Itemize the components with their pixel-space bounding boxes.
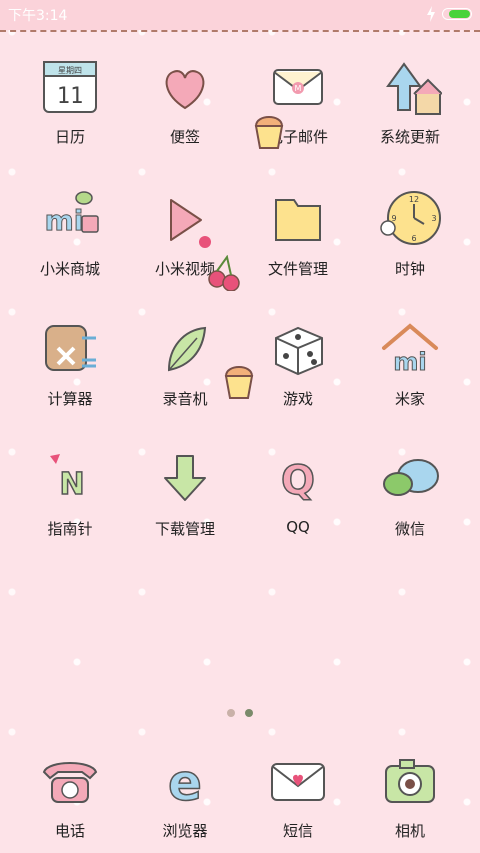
app-label: 电话 (54, 822, 85, 840)
app-label: 游戏 (282, 390, 313, 408)
status-time: 下午3:14 (8, 8, 68, 24)
svg-text:11: 11 (57, 84, 84, 109)
heart-notes-icon (165, 70, 205, 110)
app-label: 日历 (54, 128, 85, 146)
compass-icon: N (50, 454, 85, 503)
app-notes[interactable]: 便签 (125, 56, 245, 147)
app-label: 下载管理 (154, 520, 215, 538)
play-video-icon (170, 199, 211, 248)
status-bar: 下午3:14 (0, 0, 480, 30)
calendar-icon: 星期四 11 (43, 61, 97, 113)
app-mi-store[interactable]: mi 小米商城 (10, 188, 130, 279)
leaf-recorder-icon (167, 326, 207, 372)
app-label: 便签 (169, 128, 200, 146)
svg-text:mi: mi (393, 348, 426, 376)
svg-text:N: N (59, 467, 84, 502)
svg-text:Q: Q (281, 458, 315, 504)
svg-text:6: 6 (411, 234, 416, 243)
app-label: 指南针 (47, 520, 93, 538)
battery-level (449, 10, 470, 18)
app-clock[interactable]: 12 3 6 9 时钟 (350, 188, 470, 279)
charging-bolt-icon (427, 6, 435, 22)
qq-icon: Q (280, 457, 316, 505)
app-compass[interactable]: N 指南针 (10, 448, 130, 539)
app-label: 时钟 (394, 260, 425, 278)
camera-icon (385, 759, 435, 803)
dock-phone[interactable]: 电话 (10, 750, 130, 841)
app-label: QQ (286, 518, 310, 536)
app-label: 米家 (394, 390, 425, 408)
app-mi-home[interactable]: mi 米家 (350, 318, 470, 409)
app-calendar[interactable]: 星期四 11 日历 (10, 56, 130, 147)
status-divider (0, 30, 480, 32)
dock-messages[interactable]: 短信 (238, 750, 358, 841)
message-envelope-icon (271, 763, 325, 801)
svg-text:mi: mi (45, 204, 84, 237)
battery-icon (442, 8, 472, 20)
dice-icon (275, 326, 323, 376)
page-indicator (0, 702, 480, 721)
download-arrow-icon (164, 455, 206, 501)
app-label: 浏览器 (162, 822, 208, 840)
cupcake-sticker-icon (254, 116, 284, 149)
svg-text:3: 3 (431, 214, 436, 223)
svg-text:12: 12 (409, 195, 419, 204)
browser-e-icon: e (167, 753, 202, 813)
calculator-icon (45, 325, 96, 371)
app-label: 短信 (282, 822, 313, 840)
app-wechat[interactable]: 微信 (350, 448, 470, 539)
folder-icon (275, 199, 321, 241)
clock-icon: 12 3 6 9 (380, 191, 441, 245)
app-qq[interactable]: Q QQ (238, 448, 358, 536)
page-dot-active[interactable] (245, 709, 253, 717)
app-label: 微信 (394, 520, 425, 538)
app-label: 相机 (394, 822, 425, 840)
svg-text:e: e (168, 754, 202, 812)
app-label: 系统更新 (379, 128, 440, 146)
mi-home-icon: mi (382, 323, 438, 377)
app-label: 文件管理 (267, 260, 328, 278)
mi-store-icon: mi (44, 191, 99, 238)
svg-text:星期四: 星期四 (58, 66, 82, 75)
update-arrow-icon (386, 62, 442, 115)
page-dot[interactable] (227, 709, 235, 717)
app-game[interactable]: 游戏 (238, 318, 358, 409)
svg-text:M: M (295, 84, 302, 93)
dock-camera[interactable]: 相机 (350, 750, 470, 841)
app-calculator[interactable]: 计算器 (10, 318, 130, 409)
dock-browser[interactable]: e 浏览器 (125, 750, 245, 841)
app-label: 计算器 (47, 390, 93, 408)
app-system-update[interactable]: 系统更新 (350, 56, 470, 147)
cherries-sticker-icon (208, 255, 240, 291)
cupcake-sticker-icon (224, 366, 254, 399)
wechat-bubbles-icon (383, 459, 439, 496)
app-label: 小米商城 (39, 260, 100, 278)
app-download-manager[interactable]: 下载管理 (125, 448, 245, 539)
app-file-manager[interactable]: 文件管理 (238, 188, 358, 279)
telephone-icon (42, 762, 98, 803)
